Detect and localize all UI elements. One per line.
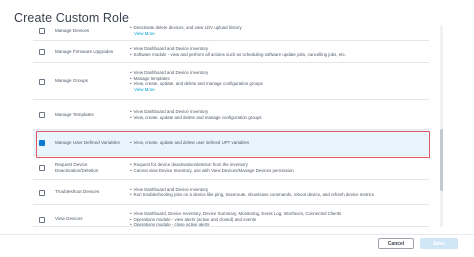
table-row[interactable]: Troubleshoot Devices View Dashboard and D… xyxy=(33,180,429,205)
permission-item: Software module - view and perform all a… xyxy=(130,52,425,58)
permission-name: Request Device Deactivation/Deletion xyxy=(55,161,99,173)
permission-list: View Dashboard, Device Inventory, Device… xyxy=(130,211,425,226)
permission-list: View Dashboard and Device InventoryRun t… xyxy=(130,187,425,198)
permission-list: View Dashboard and Device InventoryManag… xyxy=(130,70,425,87)
table-row[interactable]: Manage Firmware Upgrades View Dashboard a… xyxy=(33,41,429,63)
table-row[interactable]: Manage Devices Deactivate delete devices,… xyxy=(33,25,429,41)
permission-name: Manage Firmware Upgrades xyxy=(55,48,114,54)
scrollbar[interactable] xyxy=(440,25,443,227)
permission-item: View, create, update and delete and mana… xyxy=(130,115,425,121)
row-checkbox[interactable] xyxy=(39,78,45,85)
permission-item: Cannot view Device Inventory, use with V… xyxy=(130,168,425,174)
permission-item: Run troubleshooting jobs on a device lik… xyxy=(130,192,425,198)
row-checkbox[interactable] xyxy=(39,189,45,196)
table-row[interactable]: Request Device Deactivation/Deletion Requ… xyxy=(33,156,429,180)
permission-item: View, create, update, and delete and man… xyxy=(130,81,425,87)
row-checkbox[interactable] xyxy=(39,28,45,34)
permission-list: Deactivate delete devices, and view LDV … xyxy=(130,25,425,31)
permission-list: View Dashboard and Device InventoryView,… xyxy=(130,109,425,120)
row-checkbox[interactable] xyxy=(39,49,45,55)
permission-name: Troubleshoot Devices xyxy=(55,189,100,194)
view-more-link[interactable]: View More xyxy=(134,31,155,37)
selected-row-highlight xyxy=(36,131,430,158)
row-checkbox[interactable] xyxy=(39,112,45,118)
permission-list: View Dashboard and Device InventorySoftw… xyxy=(130,46,425,57)
scrollbar-thumb[interactable] xyxy=(440,129,443,191)
view-more-link[interactable]: View More xyxy=(134,87,155,93)
save-button[interactable]: Save xyxy=(420,238,458,249)
permission-name: Manage Templates xyxy=(55,111,94,117)
page-title: Create Custom Role xyxy=(14,11,130,25)
permission-name: Manage Groups xyxy=(55,78,88,83)
table-row[interactable]: View Devices View Dashboard, Device Inven… xyxy=(33,205,429,226)
permission-list: Request for device deactivation/deletion… xyxy=(130,162,425,173)
table-row[interactable]: Manage Templates View Dashboard and Devic… xyxy=(33,100,429,130)
permission-name: Manage Devices xyxy=(55,27,90,33)
permission-name: View Devices xyxy=(55,216,83,221)
permissions-table: Manage Devices Deactivate delete devices,… xyxy=(33,25,429,227)
row-checkbox[interactable] xyxy=(39,216,45,223)
table-row[interactable]: Manage Groups View Dashboard and Device I… xyxy=(33,63,429,100)
row-checkbox[interactable] xyxy=(39,165,45,171)
footer-divider xyxy=(0,234,474,235)
permission-item: Deactivate delete devices, and view LDV … xyxy=(130,25,425,31)
permission-item: Operations module - close active alerts xyxy=(130,222,425,226)
cancel-button[interactable]: Cancel xyxy=(378,238,414,249)
